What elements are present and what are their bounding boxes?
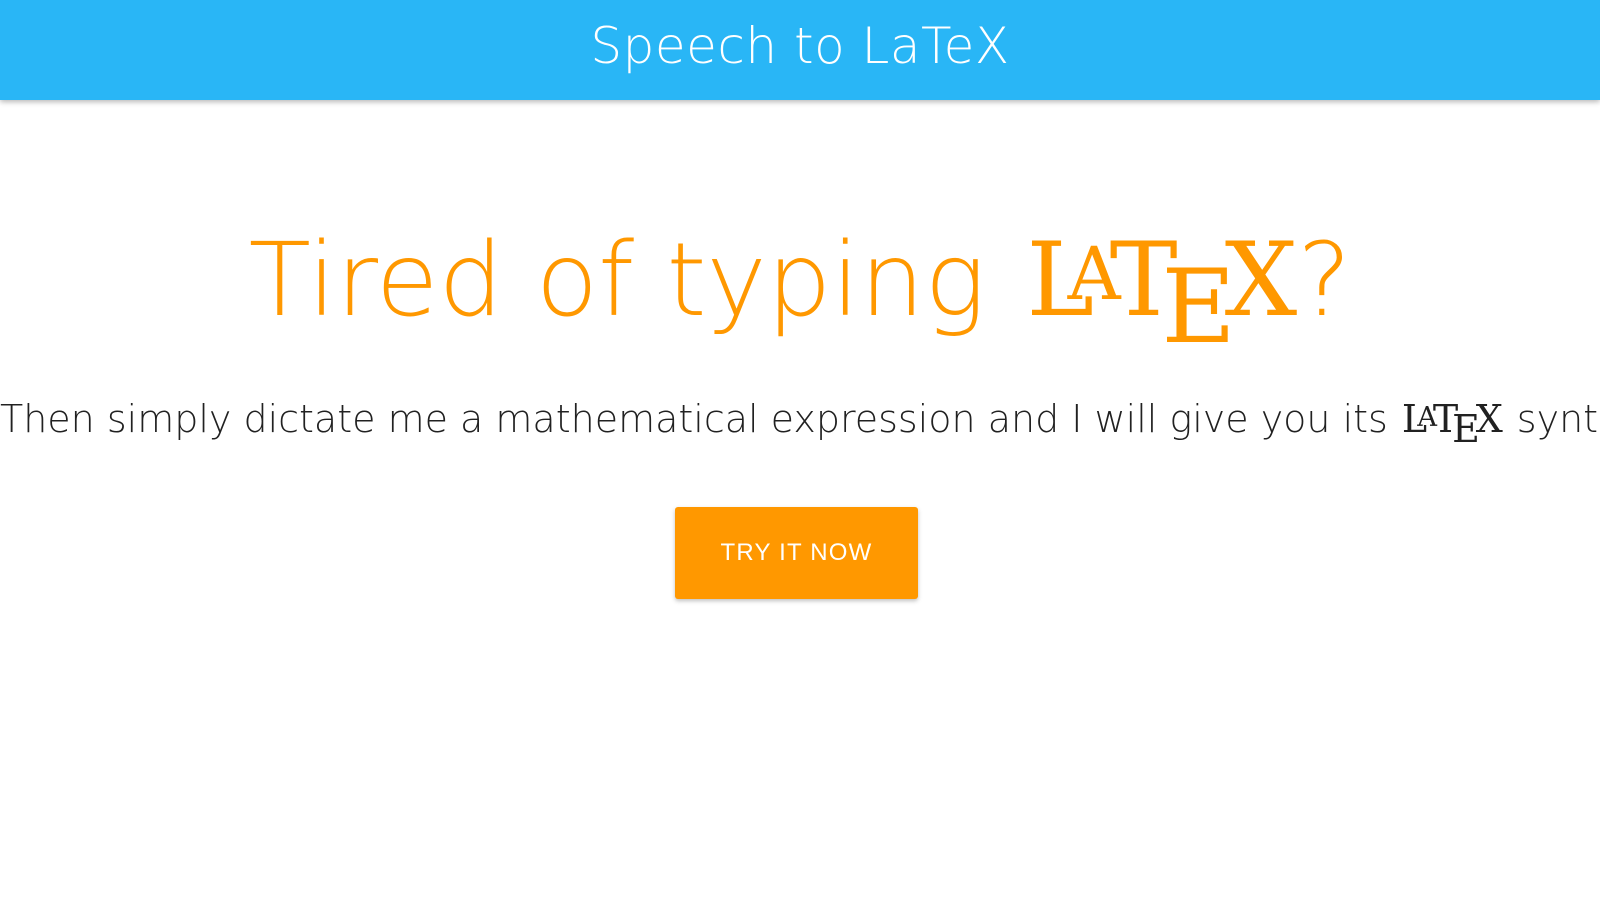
hero-headline: Tired of typing LATEX? [0, 230, 1600, 359]
hero-subline: Then simply dictate me a mathematical ex… [0, 400, 1600, 448]
main-content: Tired of typing LATEX? Then simply dicta… [0, 100, 1600, 908]
app-bar: Speech to LaTeX [0, 0, 1600, 100]
headline-prefix: Tired of typing [248, 221, 1019, 340]
subline-suffix: syntax! [1516, 397, 1600, 441]
latex-logo-inline: LATEX [1402, 400, 1503, 448]
subline-prefix: Then simply dictate me a mathematical ex… [0, 397, 1400, 441]
latex-logo-x: X [1224, 221, 1298, 340]
headline-suffix: ? [1297, 221, 1352, 340]
app-title: Speech to LaTeX [590, 17, 1010, 75]
latex-logo-inline-x: X [1475, 397, 1503, 441]
latex-logo: LATEX [1026, 230, 1297, 359]
try-it-now-button[interactable]: TRY IT NOW [675, 507, 918, 599]
